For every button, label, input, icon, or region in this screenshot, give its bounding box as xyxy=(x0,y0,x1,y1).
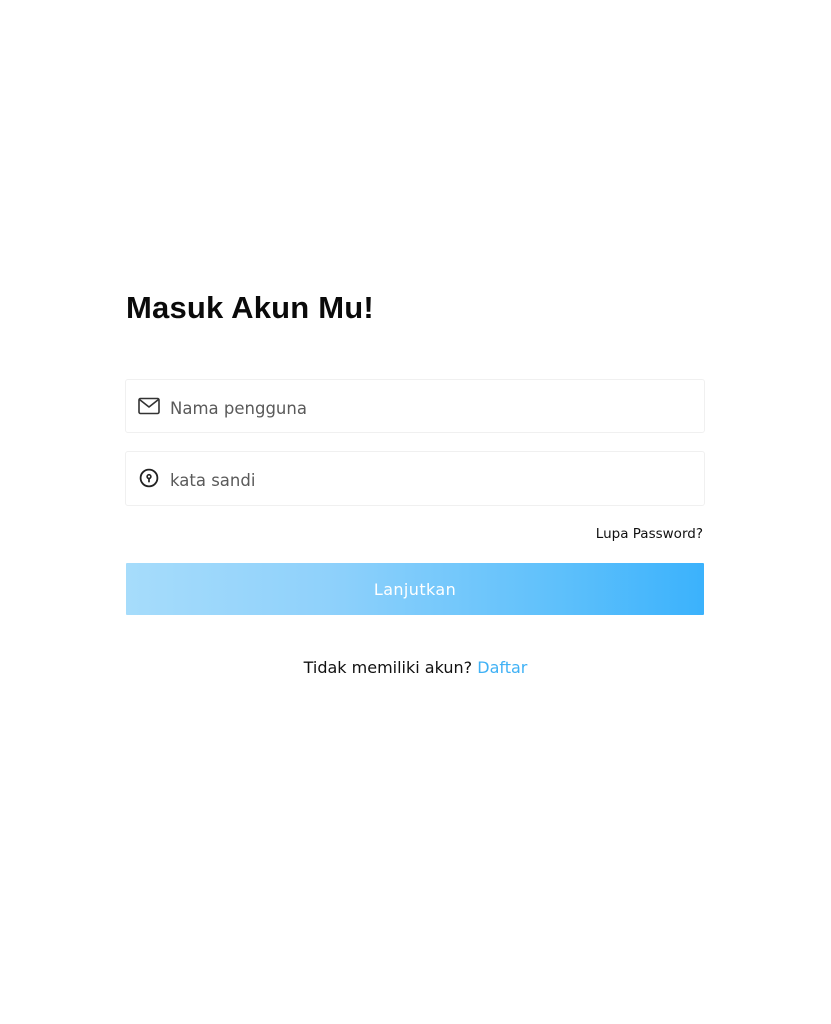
page-title: Masuk Akun Mu! xyxy=(126,290,374,325)
username-field[interactable] xyxy=(125,379,705,434)
signup-link[interactable]: Daftar xyxy=(477,658,527,677)
signup-row: Tidak memiliki akun? Daftar xyxy=(0,657,831,679)
login-page: Masuk Akun Mu! Lupa Password? Lanjutkan … xyxy=(0,0,831,1024)
forgot-password-link[interactable]: Lupa Password? xyxy=(596,526,703,542)
keyhole-icon xyxy=(137,466,161,490)
continue-button[interactable]: Lanjutkan xyxy=(126,563,704,615)
username-input[interactable] xyxy=(170,382,690,434)
password-input[interactable] xyxy=(170,454,690,507)
signup-prompt: Tidak memiliki akun? xyxy=(303,658,473,677)
password-field[interactable] xyxy=(125,451,705,507)
mail-icon xyxy=(137,394,161,418)
